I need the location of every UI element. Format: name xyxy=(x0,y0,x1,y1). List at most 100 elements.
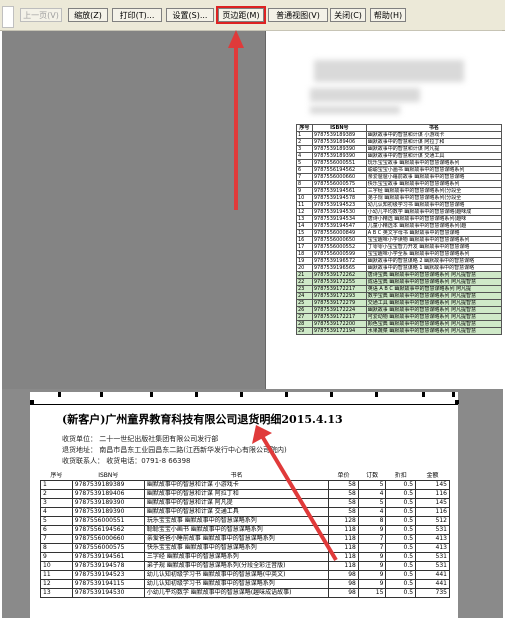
table-cell: 幽默故事中的智慧和计谋 交通工具 xyxy=(365,152,503,160)
table-cell: 唐诗小精选 幽默故事中的智慧谋略系列(趣味 xyxy=(365,215,503,223)
table-cell: 9 xyxy=(357,552,387,562)
table-cell: 128 xyxy=(328,516,359,526)
table-cell: 7 xyxy=(357,543,387,553)
table-cell: 亲爱爸爸小睡前故事 幽默故事中的智慧谋略系列 xyxy=(143,534,330,544)
table-cell: 0.5 xyxy=(385,516,417,526)
table-cell: 幽默故事中的智慧和计谋 阿凡提 xyxy=(365,145,503,153)
table-cell: 9787556000575 xyxy=(71,543,145,553)
table-cell: 幽默故事中的智慧谋略 2 幽默故事中的智慧谋略 xyxy=(365,257,503,265)
print-button[interactable]: 打印(T)... xyxy=(112,8,162,22)
table-cell: 弟子规 幽默故事中的智慧谋略系列(分段全 xyxy=(365,194,503,202)
table-cell: 9787539194115 xyxy=(71,579,145,589)
table-row: 4 9787539189390 幽默故事中的智慧和计谋 交通工具 58 4 0.5 116 xyxy=(40,507,450,517)
table-cell: 58 xyxy=(328,498,359,508)
table-cell: 0.5 xyxy=(385,498,417,508)
table-row: 25 9787539172279 交通工具 幽默故事中的智慧谋略系列 阿凡提智慧 xyxy=(296,299,503,307)
table-cell: 丁零零小宝宝智力开发 幽默故事中的智慧谋略 xyxy=(365,243,503,251)
table-cell: 5 xyxy=(40,516,73,526)
table-cell: 9787539189406 xyxy=(71,489,145,499)
setup-button[interactable]: 设置(S)... xyxy=(166,8,214,22)
table-cell: 145 xyxy=(415,498,450,508)
table-cell: 24 xyxy=(296,292,313,300)
table-cell: 8 xyxy=(40,543,73,553)
table-cell: 9787539194534 xyxy=(311,215,367,223)
col-header: 金额 xyxy=(415,472,450,481)
col-header: ISBN号 xyxy=(72,472,145,481)
table-cell: 9787539172255 xyxy=(311,278,367,286)
margin-handle-right[interactable] xyxy=(455,400,459,404)
table-cell: 幽默故事中的智慧和计谋 阿拉丁和 xyxy=(365,138,503,146)
table-cell: 幼儿认知初级学习书 幽默故事中的智慧谋略(中英文) xyxy=(143,570,330,580)
table-cell: 118 xyxy=(328,543,359,553)
table-cell: 9787556000575 xyxy=(311,180,367,188)
table-cell: 1 xyxy=(40,480,73,490)
table-cell: 2 xyxy=(296,138,313,146)
table-row: 8 9787556000575 快乐宝宝故事 幽默故事中的智慧谋略系列 xyxy=(296,180,503,188)
table-cell: 0.5 xyxy=(385,570,417,580)
table-row: 12 9787539194115 幼儿认知初级学习书 幽默故事中的智慧谋略系列 98 9… xyxy=(40,579,450,589)
table-cell: 儿童小精选本 幽默故事中的智慧谋略系列(趣 xyxy=(365,222,503,230)
table-cell: 531 xyxy=(415,552,450,562)
table-row: 23 9787539172217 英语 A B C 幽默故事中的智慧谋略系列 阿凡提 xyxy=(296,285,503,293)
table-cell: 3 xyxy=(40,498,73,508)
col-header: 书名 xyxy=(144,472,329,481)
table-cell: 9787539196565 xyxy=(311,264,367,272)
margin-handle-left[interactable] xyxy=(30,400,34,404)
normal-view-button[interactable]: 普通视图(V) xyxy=(268,8,328,22)
table-cell: 9787539189390 xyxy=(311,145,367,153)
table-cell: 98 xyxy=(328,579,359,589)
table-cell: 12 xyxy=(40,579,73,589)
table-row: 9 9787539194561 三字经 幽默故事中的智慧谋略系列 118 9 0.5 531 xyxy=(40,552,450,562)
col-header: 书名 xyxy=(365,124,503,132)
table-row: 2 9787539189406 幽默故事中的智慧和计谋 阿拉丁和 58 4 0.5 116 xyxy=(40,489,450,499)
table-cell: 413 xyxy=(415,543,450,553)
table-cell: 3 xyxy=(296,145,313,153)
table-cell: 幽默故事中的智慧和计谋 小游戏卡 xyxy=(365,131,503,139)
table-cell: 9787539194578 xyxy=(311,194,367,202)
close-button[interactable]: 关闭(C) xyxy=(330,8,366,22)
table-cell: 441 xyxy=(415,570,450,580)
table-cell: 9787539194578 xyxy=(71,561,145,571)
table-cell: 531 xyxy=(415,561,450,571)
prev-page-button[interactable]: 上一页(V) xyxy=(20,8,62,22)
table-cell: 17 xyxy=(296,243,313,251)
table-cell: 三字经 幽默故事中的智慧谋略系列(分段全 xyxy=(365,187,503,195)
table-cell: 9787556194562 xyxy=(311,166,367,174)
help-button[interactable]: 帮助(H) xyxy=(370,8,406,22)
table-row: 11 9787539194523 幼儿认知初级学习书 幽默故事中的智慧谋略(中英文)… xyxy=(40,570,450,580)
table-cell: 交通工具 幽默故事中的智慧谋略系列 阿凡提智慧 xyxy=(365,299,503,307)
top-margin-line[interactable] xyxy=(30,404,458,405)
table-cell: 4 xyxy=(40,507,73,517)
table-row: 16 9787556000650 宝宝趣味小学读物 幽默故事中的智慧谋略系列 xyxy=(296,236,503,244)
table-cell: 0.5 xyxy=(385,552,417,562)
table-cell: 幽默故事中的智慧谋略 1 幽默故事中的智慧谋略 xyxy=(365,264,503,272)
print-preview-toolbar: 上一页(V) 缩放(Z) 打印(T)... 设置(S)... 页边距(M) 普通… xyxy=(0,0,505,31)
table-cell: 8 xyxy=(296,180,313,188)
table-cell: 145 xyxy=(415,480,450,490)
contact-line: 收货联系人： 收货电话：0791-8 66398 xyxy=(62,457,191,465)
preview-large-table: 序号 ISBN号 书名 单价 订数 折扣 金额 1 9787539189389 幽默… xyxy=(40,472,450,598)
table-row: 21 9787539172262 唐诗宝典 幽默故事中的智慧谋略系列 阿凡提智慧 xyxy=(296,271,503,279)
table-cell: 5 xyxy=(296,159,313,167)
table-cell: 0.5 xyxy=(385,507,417,517)
table-cell: 25 xyxy=(296,299,313,307)
table-cell: 28 xyxy=(296,320,313,328)
table-cell: 118 xyxy=(328,525,359,535)
table-cell: 413 xyxy=(415,534,450,544)
table-cell: 15 xyxy=(296,229,313,237)
table-cell: 9787539189390 xyxy=(311,152,367,160)
zoom-button[interactable]: 缩放(Z) xyxy=(68,8,108,22)
table-cell: 16 xyxy=(296,236,313,244)
table-cell: 9 xyxy=(40,552,73,562)
table-cell: 9787539194561 xyxy=(311,187,367,195)
margins-button[interactable]: 页边距(M) xyxy=(216,6,266,24)
table-cell: 9 xyxy=(357,570,387,580)
table-row: 22 9787539172255 成语宝典 幽默故事中的智慧谋略系列 阿凡提智慧 xyxy=(296,278,503,286)
table-row: 14 9787539194547 儿童小精选本 幽默故事中的智慧谋略系列(趣 xyxy=(296,222,503,230)
table-cell: 21 xyxy=(296,271,313,279)
table-cell: 11 xyxy=(296,201,313,209)
col-header: 序号 xyxy=(296,124,313,132)
table-cell: 0.5 xyxy=(385,489,417,499)
table-cell: 19 xyxy=(296,257,313,265)
table-cell: 9787539172194 xyxy=(311,327,367,335)
